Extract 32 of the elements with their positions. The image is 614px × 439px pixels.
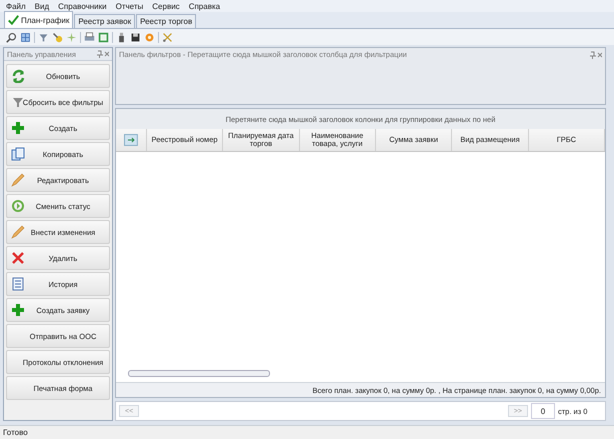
tab[interactable]: Реестр торгов — [136, 14, 196, 28]
plus-icon — [11, 121, 25, 135]
status-icon — [11, 199, 25, 213]
page-field[interactable]: 0 — [531, 403, 555, 419]
refresh-icon — [11, 69, 25, 83]
menu-item[interactable]: Справочники — [58, 2, 107, 10]
menu-item[interactable]: Вид — [34, 2, 50, 10]
floppy-icon[interactable] — [130, 32, 141, 42]
search-icon[interactable] — [6, 32, 17, 42]
menu-item[interactable]: Сервис — [152, 2, 180, 10]
cross-icon — [11, 251, 25, 265]
menu-item[interactable]: Файл — [6, 2, 26, 10]
pin-close-icon[interactable] — [95, 50, 109, 58]
plus-icon — [11, 303, 25, 317]
document-icon — [11, 277, 25, 291]
printer-icon[interactable] — [84, 32, 95, 42]
status-text: Готово — [3, 428, 28, 437]
menu-item[interactable]: Справка — [188, 2, 220, 10]
copy-icon — [11, 147, 25, 161]
pencil-icon — [11, 173, 25, 187]
filter-icon[interactable] — [38, 32, 49, 42]
pencil-icon — [11, 225, 25, 239]
check-icon — [8, 14, 19, 26]
bottle-icon[interactable] — [116, 32, 127, 42]
tab[interactable]: План-график — [4, 11, 74, 28]
scissors-icon[interactable] — [162, 32, 173, 42]
column-chooser-icon[interactable] — [124, 134, 138, 146]
pin-close-icon[interactable] — [588, 50, 602, 58]
grid-icon[interactable] — [20, 32, 31, 42]
menu-item[interactable]: Отчеты — [116, 2, 144, 10]
tab[interactable]: Реестр заявок — [74, 14, 136, 28]
filter-icon — [11, 95, 25, 109]
